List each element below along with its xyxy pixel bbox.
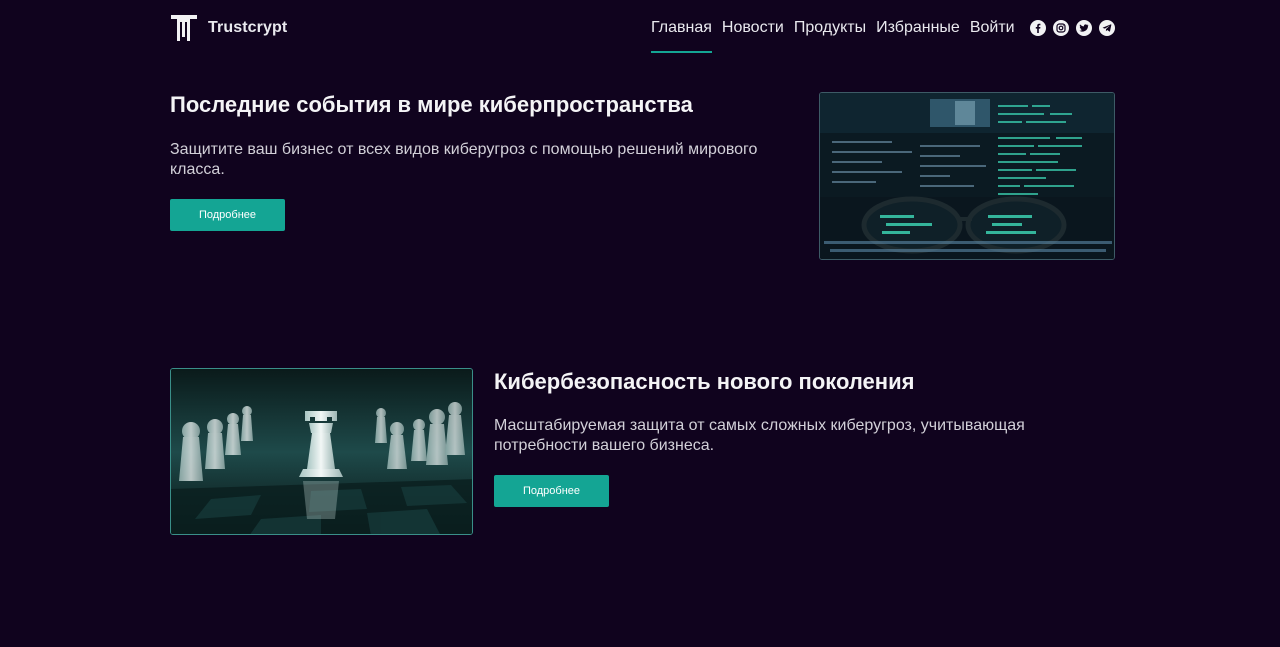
main-nav: Главная Новости Продукты Избранные Войти bbox=[651, 18, 1025, 53]
section1-more-button[interactable]: Подробнее bbox=[170, 199, 285, 231]
chess-illustration bbox=[171, 369, 472, 534]
logo-icon bbox=[171, 15, 197, 41]
twitter-icon[interactable] bbox=[1076, 20, 1092, 36]
section2-title: Кибербезопасность нового поколения bbox=[494, 369, 915, 394]
header: Trustcrypt Главная Новости Продукты Избр… bbox=[170, 0, 1116, 56]
social-links bbox=[1030, 20, 1122, 36]
section2-more-button[interactable]: Подробнее bbox=[494, 475, 609, 507]
section1-image-code-screen bbox=[819, 92, 1115, 260]
brand[interactable]: Trustcrypt bbox=[170, 13, 287, 43]
section1-text: Защитите ваш бизнес от всех видов киберу… bbox=[170, 141, 758, 178]
nav-item-home[interactable]: Главная bbox=[651, 18, 712, 53]
section2-image-chess bbox=[170, 368, 473, 535]
telegram-icon[interactable] bbox=[1099, 20, 1115, 36]
nav-item-news[interactable]: Новости bbox=[722, 18, 784, 38]
page: Trustcrypt Главная Новости Продукты Избр… bbox=[0, 0, 1280, 647]
section2-text: Масштабируемая защита от самых сложных к… bbox=[494, 417, 1025, 454]
nav-item-favorites[interactable]: Избранные bbox=[876, 18, 960, 38]
instagram-icon[interactable] bbox=[1053, 20, 1069, 36]
nav-item-products[interactable]: Продукты bbox=[794, 18, 866, 38]
facebook-icon[interactable] bbox=[1030, 20, 1046, 36]
brand-name: Trustcrypt bbox=[208, 19, 288, 36]
section1-title: Последние события в мире киберпространст… bbox=[170, 92, 693, 117]
nav-item-login[interactable]: Войти bbox=[970, 18, 1015, 38]
code-screen-illustration bbox=[820, 93, 1114, 259]
